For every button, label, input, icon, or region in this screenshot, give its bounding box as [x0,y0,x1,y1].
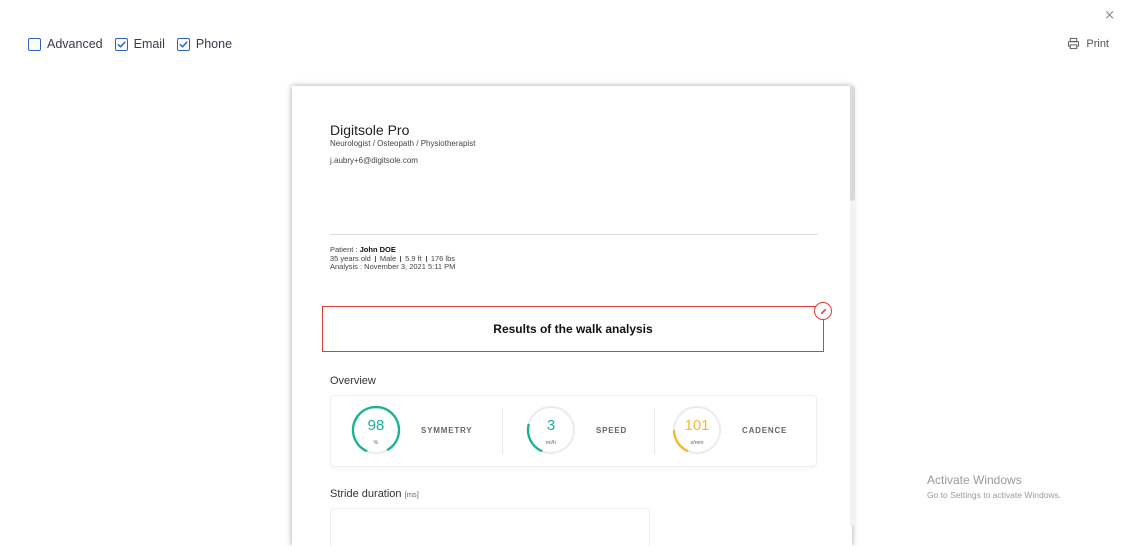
stride-title: Stride duration [330,488,402,500]
option-advanced[interactable]: Advanced [28,37,103,51]
checkbox-advanced[interactable] [28,37,41,51]
metric-divider [502,408,503,454]
checkbox-email[interactable] [114,37,128,51]
report-preview[interactable]: Digitsole Pro Neurologist / Osteopath / … [292,86,852,546]
check-icon [117,40,126,48]
speed-value: 3 [546,417,556,434]
watermark-subtitle: Go to Settings to activate Windows. [927,490,1062,500]
printer-icon [1068,37,1080,50]
results-title: Results of the walk analysis [493,322,653,336]
cadence-unit: s/min [690,440,704,446]
close-button[interactable]: × [1104,9,1115,23]
results-title-box[interactable]: Results of the walk analysis [322,306,824,352]
watermark-title: Activate Windows [927,473,1022,487]
option-advanced-label: Advanced [47,37,103,51]
symmetry-unit: % [373,440,379,446]
cadence-gauge: 101 s/min [670,403,724,457]
option-email-label: Email [133,37,165,51]
speed-label: SPEED [596,425,628,435]
speed-gauge: 3 mi/h [524,403,578,457]
symmetry-gauge: 98 % [349,403,403,457]
overview-card: 98 % SYMMETRY 3 mi/h SPEED 101 s/min CAD… [330,395,817,467]
metric-speed: 3 mi/h SPEED [524,403,627,457]
print-button[interactable]: Print [1067,37,1109,50]
preview-scrollbar[interactable] [850,86,855,525]
practitioner-role: Neurologist / Osteopath / Physiotherapis… [330,139,476,148]
metric-symmetry: 98 % SYMMETRY [349,403,472,457]
overview-heading: Overview [330,375,376,387]
analysis-date: Analysis : November 3, 2021 5:11 PM [330,262,456,271]
metric-divider [654,408,655,454]
option-phone-label: Phone [195,37,233,51]
practitioner-email: j.aubry+6@digitsole.com [330,156,418,165]
cadence-label: CADENCE [742,425,788,435]
metric-cadence: 101 s/min CADENCE [670,403,787,457]
scrollbar-thumb[interactable] [850,86,855,201]
stride-heading: Stride duration [ms] [330,488,419,500]
separator [374,255,376,262]
practitioner-name: Digitsole Pro [330,122,410,138]
stride-unit: [ms] [404,490,419,499]
export-options: Advanced Email Phone [28,37,234,51]
separator [425,255,427,262]
separator [400,255,402,262]
pencil-icon [820,308,826,314]
patient-info: Patient : John DOE 35 years old Male 5.9 f… [330,245,456,272]
activation-watermark: Activate Windows Go to Settings to activ… [927,473,1061,500]
symmetry-value: 98 [367,417,385,434]
option-email[interactable]: Email [114,37,165,51]
cadence-value: 101 [684,417,710,434]
edit-title-button[interactable] [814,302,832,320]
divider [330,234,818,235]
speed-unit: mi/h [545,440,557,446]
symmetry-label: SYMMETRY [421,425,473,435]
option-phone[interactable]: Phone [176,37,233,51]
stride-card [330,508,650,546]
checkbox-phone[interactable] [176,37,190,51]
check-icon [179,40,188,48]
print-label: Print [1086,37,1109,50]
